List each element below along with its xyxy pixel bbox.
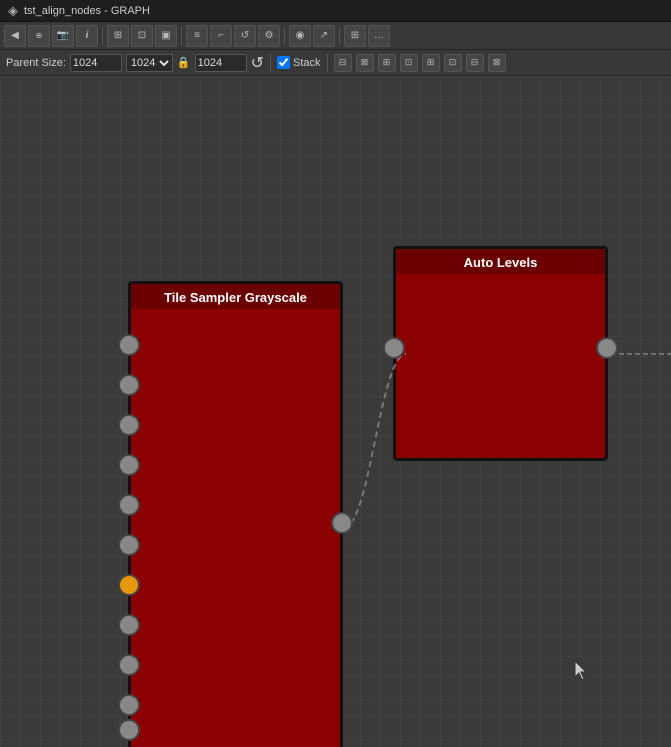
tile-input-port-3[interactable]: [118, 414, 140, 436]
auto-input-port-1[interactable]: [383, 337, 405, 359]
stack-checkbox-label[interactable]: Stack: [277, 56, 321, 69]
info-button[interactable]: i: [76, 25, 98, 47]
tile-input-port-10[interactable]: [118, 694, 140, 716]
grid-button[interactable]: ⊞: [344, 25, 366, 47]
mouse-cursor: [575, 661, 587, 679]
parent-size-input[interactable]: [70, 54, 122, 72]
align-h-right-button[interactable]: ⊞: [378, 54, 396, 72]
more-button[interactable]: …: [368, 25, 390, 47]
align-v-bottom-button[interactable]: ⊡: [444, 54, 462, 72]
align-v-center-button[interactable]: ⊞: [422, 54, 440, 72]
auto-levels-title: Auto Levels: [396, 249, 605, 274]
tile-input-port-6[interactable]: [118, 534, 140, 556]
titlebar-title: tst_align_nodes - GRAPH: [24, 5, 150, 17]
stack-label: Stack: [293, 57, 321, 69]
align-h-left-button[interactable]: ⊟: [334, 54, 352, 72]
tile-input-port-5[interactable]: [118, 494, 140, 516]
tile-input-port-4[interactable]: [118, 454, 140, 476]
align-v-top-button[interactable]: ⊡: [400, 54, 418, 72]
titlebar-icon: ◈: [8, 3, 18, 19]
lock-icon: 🔒: [177, 56, 191, 69]
align-button[interactable]: ≡: [186, 25, 208, 47]
refresh-icon[interactable]: ↺: [251, 53, 264, 73]
tile-sampler-title: Tile Sampler Grayscale: [131, 284, 340, 309]
zoom-sel-button[interactable]: ⊡: [131, 25, 153, 47]
titlebar: ◈ tst_align_nodes - GRAPH: [0, 0, 671, 22]
graph-canvas[interactable]: Tile Sampler Grayscale Auto Levels: [0, 76, 671, 747]
secondary-toolbar: Parent Size: 1024 🔒 ↺ Stack ⊟ ⊠ ⊞ ⊡ ⊞ ⊡ …: [0, 50, 671, 76]
height-input[interactable]: [195, 54, 247, 72]
forward-button[interactable]: ⊕: [28, 25, 50, 47]
parent-size-select[interactable]: 1024: [126, 54, 173, 72]
auto-levels-node[interactable]: Auto Levels: [393, 246, 608, 461]
toolbar2-sep2: [327, 54, 328, 72]
tile-input-port-8[interactable]: [118, 614, 140, 636]
render-button[interactable]: ◉: [289, 25, 311, 47]
zoom-fit-button[interactable]: ⊞: [107, 25, 129, 47]
view-button[interactable]: ▣: [155, 25, 177, 47]
tile-input-port-1[interactable]: [118, 334, 140, 356]
tile-output-port-1[interactable]: [331, 512, 353, 534]
toolbar-separator-4: [339, 27, 340, 45]
distribute-v-button[interactable]: ⊠: [488, 54, 506, 72]
tile-sampler-node[interactable]: Tile Sampler Grayscale: [128, 281, 343, 747]
main-toolbar: ◀ ⊕ 📷 i ⊞ ⊡ ▣ ≡ ⌐ ↺ ⚙ ◉ ↗ ⊞ …: [0, 22, 671, 50]
parent-size-label: Parent Size:: [6, 57, 66, 69]
align-h-center-button[interactable]: ⊠: [356, 54, 374, 72]
toolbar-separator-1: [102, 27, 103, 45]
distribute-h-button[interactable]: ⊟: [466, 54, 484, 72]
tile-input-port-11[interactable]: [118, 719, 140, 741]
toolbar-separator-2: [181, 27, 182, 45]
settings-button[interactable]: ⚙: [258, 25, 280, 47]
auto-output-port-1[interactable]: [596, 337, 618, 359]
back-button[interactable]: ◀: [4, 25, 26, 47]
tile-input-port-9[interactable]: [118, 654, 140, 676]
tile-input-port-2[interactable]: [118, 374, 140, 396]
history-button[interactable]: ↺: [234, 25, 256, 47]
tile-input-port-7[interactable]: [118, 574, 140, 596]
toolbar-separator-3: [284, 27, 285, 45]
snapshot-button[interactable]: 📷: [52, 25, 74, 47]
stack-checkbox[interactable]: [277, 56, 290, 69]
output-button[interactable]: ↗: [313, 25, 335, 47]
connect-button[interactable]: ⌐: [210, 25, 232, 47]
toolbar2-separator: [270, 54, 271, 72]
